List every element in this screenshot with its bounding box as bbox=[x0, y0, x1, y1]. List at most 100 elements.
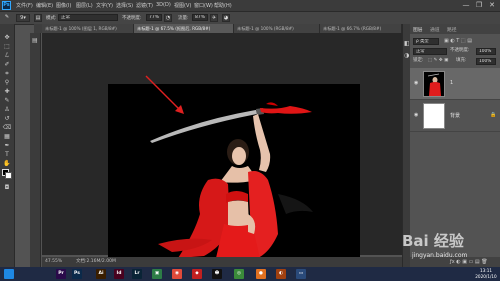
document-tabs: 未标题-1 @ 100% (图层 1, RGB/8#) 未标题-1 @ 67.5… bbox=[34, 24, 402, 33]
layer-row-background[interactable]: ◉ 背景 🔒 bbox=[410, 100, 500, 132]
chrome-icon[interactable]: ◎ bbox=[234, 269, 244, 279]
restore-icon[interactable]: ❐ bbox=[473, 1, 485, 10]
history-brush-tool-icon[interactable]: ↺ bbox=[2, 115, 12, 123]
crop-tool-icon[interactable]: ⌗ bbox=[2, 70, 12, 78]
quick-select-tool-icon[interactable]: ✐ bbox=[2, 61, 12, 69]
menu-layer[interactable]: 图层(L) bbox=[76, 2, 93, 9]
menu-help[interactable]: 帮助(H) bbox=[214, 2, 232, 9]
collapsed-panel-strip: ▤ bbox=[30, 33, 41, 267]
lock-icon: 🔒 bbox=[490, 112, 497, 118]
lock-icons[interactable]: ⬚ ✎ ✥ ▣ bbox=[428, 57, 448, 65]
layer-row-1[interactable]: ◉ 1 bbox=[410, 68, 500, 100]
airbrush-icon[interactable]: ✈ bbox=[210, 14, 218, 22]
color-panel-icon[interactable]: ◧ bbox=[404, 40, 410, 47]
fill-field[interactable]: 100% bbox=[476, 58, 496, 65]
illustrator-icon[interactable]: Ai bbox=[96, 269, 106, 279]
pen-tool-icon[interactable]: ✒ bbox=[2, 142, 12, 150]
adjust-panel-icon[interactable]: ◑ bbox=[404, 52, 409, 59]
layer-kind-filter[interactable]: ρ 类型 bbox=[413, 38, 439, 45]
eraser-tool-icon[interactable]: ⌫ bbox=[2, 124, 12, 132]
tab-channels[interactable]: 通道 bbox=[430, 26, 440, 33]
opacity-field[interactable]: 77% bbox=[146, 14, 162, 21]
system-clock[interactable]: 13:11 2020/1/10 bbox=[474, 268, 498, 280]
tab-document-1[interactable]: 未标题-1 @ 100% (图层 1, RGB/8#) bbox=[42, 24, 134, 33]
menu-filter[interactable]: 滤镜(T) bbox=[136, 2, 153, 9]
clone-stamp-tool-icon[interactable]: ♙ bbox=[2, 106, 12, 114]
eye-icon[interactable]: ◉ bbox=[414, 112, 420, 118]
lightroom-icon[interactable]: Lr bbox=[132, 269, 142, 279]
healing-brush-tool-icon[interactable]: ✚ bbox=[2, 88, 12, 96]
blend-mode-select[interactable]: 正常 bbox=[413, 48, 447, 55]
firefox-icon[interactable]: ● bbox=[256, 269, 266, 279]
marquee-tool-icon[interactable]: ⬚ bbox=[2, 43, 12, 51]
layer-name[interactable]: 背景 bbox=[450, 112, 460, 119]
lock-label: 锁定: bbox=[413, 58, 424, 63]
quick-mask-icon[interactable]: ◘ bbox=[2, 184, 12, 192]
layer-opacity-label: 不透明度: bbox=[450, 48, 470, 53]
pressure-size-icon[interactable]: ◕ bbox=[222, 14, 230, 22]
pressure-opacity-icon[interactable]: ◔ bbox=[164, 14, 172, 22]
image-viewer-icon[interactable]: ▣ bbox=[152, 269, 162, 279]
baidu-watermark: Bai 经验 bbox=[402, 232, 464, 250]
colorful-ball-icon[interactable]: ◉ bbox=[172, 269, 182, 279]
close-icon[interactable]: ✕ bbox=[486, 1, 498, 10]
menu-select[interactable]: 选择(S) bbox=[116, 2, 133, 9]
move-tool-icon[interactable]: ✥ bbox=[2, 34, 12, 42]
brush-preset-picker[interactable]: 9▾ bbox=[16, 14, 30, 22]
tab-document-2[interactable]: 未标题-1 @ 67.5% (抠图后, RGB/8#) bbox=[134, 24, 234, 33]
menu-image[interactable]: 图像(I) bbox=[56, 2, 71, 9]
windows-taskbar: Pr Ps Ai Id Lr ▣ ◉ ◆ ☻ ◎ ● ◐ ▭ 13:11 2020/1/10 bbox=[0, 267, 500, 281]
menu-type[interactable]: 文字(Y) bbox=[96, 2, 113, 9]
brush-panel-icon[interactable]: ▤ bbox=[34, 14, 42, 22]
history-panel-icon[interactable]: ▤ bbox=[32, 37, 38, 44]
status-bar: 47.55% 文档:2.16M/2.00M bbox=[42, 257, 402, 267]
menu-window[interactable]: 窗口(W) bbox=[194, 2, 213, 9]
type-tool-icon[interactable]: T bbox=[2, 151, 12, 159]
tab-paths[interactable]: 路径 bbox=[447, 26, 457, 33]
menu-file[interactable]: 文件(F) bbox=[16, 2, 33, 9]
opacity-label: 不透明度: bbox=[122, 16, 142, 21]
tab-layers[interactable]: 图层 bbox=[413, 26, 423, 33]
layer-opacity-field[interactable]: 100% bbox=[476, 48, 496, 55]
tab-document-3[interactable]: 未标题-1 @ 100% (RGB/8#) bbox=[234, 24, 320, 33]
hand-tool-icon[interactable]: ✋ bbox=[2, 160, 12, 168]
filter-icons[interactable]: ▣ ◐ T ⬚ ▤ bbox=[444, 38, 472, 44]
game-icon[interactable]: ◆ bbox=[192, 269, 202, 279]
eyedropper-tool-icon[interactable]: ⚲ bbox=[2, 79, 12, 87]
premiere-icon[interactable]: Pr bbox=[56, 269, 66, 279]
windows-start-icon[interactable] bbox=[4, 269, 14, 279]
document-size: 文档:2.16M/2.00M bbox=[76, 259, 116, 264]
mode-label: 模式: bbox=[46, 16, 57, 21]
layer-footer-icons[interactable]: ƒx ◐ ▣ ▭ ▤ 🗑 bbox=[450, 259, 488, 265]
layer-thumbnail-white bbox=[423, 103, 445, 129]
photoshop-icon[interactable]: Ps bbox=[72, 269, 82, 279]
minimize-icon[interactable]: — bbox=[460, 1, 472, 10]
brush-tool-icon[interactable]: ✎ bbox=[2, 97, 12, 105]
indesign-icon[interactable]: Id bbox=[114, 269, 124, 279]
gradient-tool-icon[interactable]: ▦ bbox=[2, 133, 12, 141]
fill-label: 填充: bbox=[456, 58, 467, 63]
qq-penguin-icon[interactable]: ☻ bbox=[212, 269, 222, 279]
photoshop-logo: Ps bbox=[2, 1, 11, 10]
mode-select[interactable]: 正常 bbox=[58, 14, 118, 21]
layer-name[interactable]: 1 bbox=[450, 80, 453, 86]
lasso-tool-icon[interactable]: ℒ bbox=[2, 52, 12, 60]
folder-icon[interactable]: ▭ bbox=[296, 269, 306, 279]
flow-label: 流量: bbox=[178, 16, 189, 21]
menu-edit[interactable]: 编辑(E) bbox=[36, 2, 53, 9]
background-color-swatch[interactable] bbox=[5, 172, 12, 179]
annotation-arrow-icon bbox=[145, 75, 184, 114]
eye-icon[interactable]: ◉ bbox=[414, 80, 420, 86]
thumbnail-figure bbox=[427, 73, 441, 96]
menu-bar: Ps 文件(F) 编辑(E) 图像(I) 图层(L) 文字(Y) 选择(S) 滤… bbox=[0, 0, 500, 12]
menu-3d[interactable]: 3D(D) bbox=[156, 2, 171, 8]
app-icon[interactable]: ◐ bbox=[276, 269, 286, 279]
layer-thumbnail-photo bbox=[423, 71, 445, 97]
tab-document-4[interactable]: 未标题-1 @ 66.7% (RGB/8#) bbox=[320, 24, 402, 33]
clock-date: 2020/1/10 bbox=[475, 274, 497, 279]
zoom-level[interactable]: 47.55% bbox=[45, 257, 62, 267]
tools-panel: ✥ ⬚ ℒ ✐ ⌗ ⚲ ✚ ✎ ♙ ↺ ⌫ ▦ ✒ T ✋ ◘ bbox=[0, 24, 15, 267]
flow-field[interactable]: 87% bbox=[192, 14, 208, 21]
brush-tool-icon[interactable]: ✎ bbox=[3, 14, 11, 22]
menu-view[interactable]: 视图(V) bbox=[174, 2, 191, 9]
